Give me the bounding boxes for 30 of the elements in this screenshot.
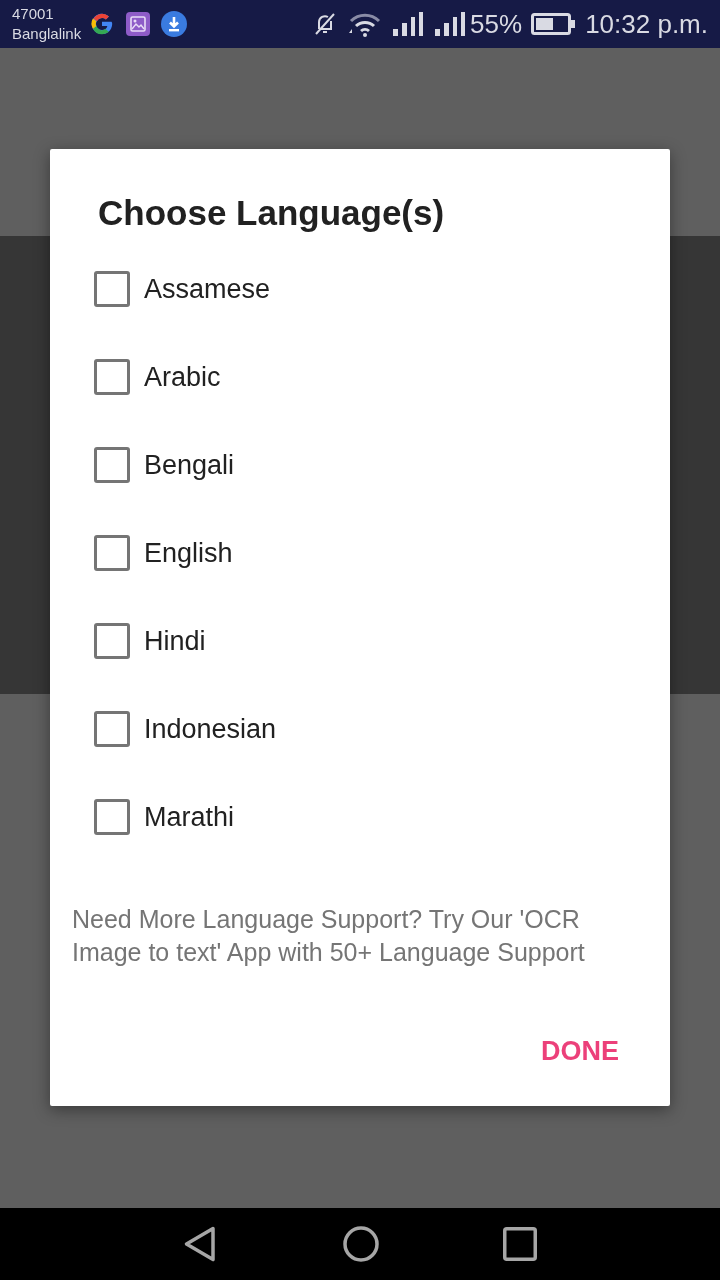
carrier-name: Banglalink xyxy=(12,24,82,44)
download-icon xyxy=(161,11,188,37)
image-icon xyxy=(126,12,151,36)
done-button[interactable]: DONE xyxy=(525,1015,635,1087)
checkbox[interactable] xyxy=(94,447,130,483)
signal-icon xyxy=(393,12,424,36)
checkbox[interactable] xyxy=(94,711,130,747)
mute-icon xyxy=(313,12,338,36)
language-label[interactable]: Hindi xyxy=(144,624,206,658)
dialog-title: Choose Language(s) xyxy=(98,192,446,234)
info-text: Need More Language Support? Try Our 'OCR Image to text' App with 50+ Language Support xyxy=(72,904,586,968)
battery-icon xyxy=(531,13,576,35)
signal-icon xyxy=(435,12,466,36)
checkbox[interactable] xyxy=(94,271,130,307)
language-label[interactable]: Arabic xyxy=(144,360,221,394)
carrier-code: 47001 xyxy=(12,4,55,24)
checkbox[interactable] xyxy=(94,799,130,835)
clock-time: 10:32 p.m. xyxy=(585,9,708,39)
recents-icon[interactable] xyxy=(502,1227,537,1261)
home-icon[interactable] xyxy=(342,1226,379,1262)
language-label[interactable]: Assamese xyxy=(144,272,271,306)
checkbox[interactable] xyxy=(94,359,130,395)
language-label[interactable]: Indonesian xyxy=(144,712,277,746)
language-label[interactable]: Bengali xyxy=(144,448,235,482)
language-label[interactable]: English xyxy=(144,536,233,570)
language-label[interactable]: Marathi xyxy=(144,800,235,834)
checkbox[interactable] xyxy=(94,535,130,571)
checkbox[interactable] xyxy=(94,623,130,659)
battery-percent: 55% xyxy=(470,9,523,39)
back-icon[interactable] xyxy=(183,1226,216,1262)
